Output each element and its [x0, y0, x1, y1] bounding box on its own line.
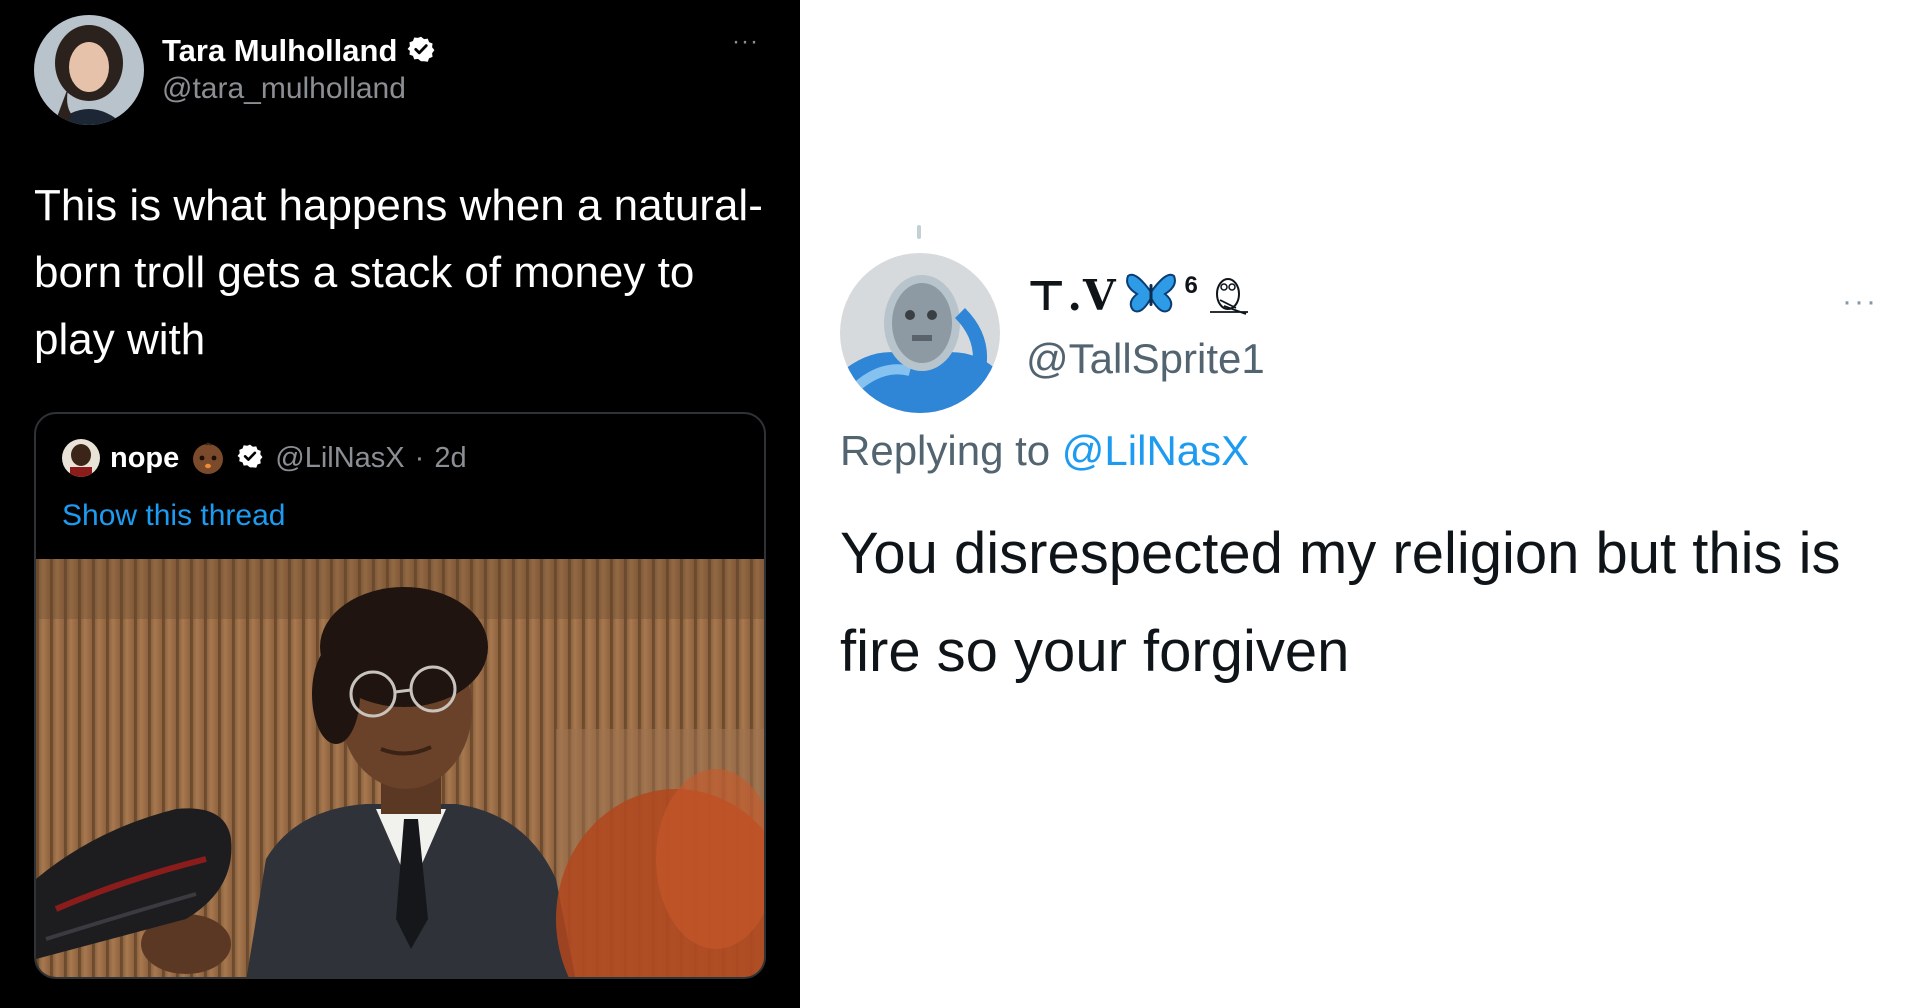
tweet-text: You disrespected my religion but this is…	[840, 521, 1841, 684]
show-thread-link[interactable]: Show this thread	[62, 499, 285, 533]
baby-emoji-icon	[189, 441, 227, 475]
replying-to-line: Replying to @LilNasX	[840, 427, 1249, 475]
avatar[interactable]	[34, 15, 144, 125]
quoted-tweet-age[interactable]: 2d	[434, 442, 466, 475]
light-tweet-panel: ⊤.V 6 @TallSprite1 ··· Replying to @LilN…	[800, 0, 1920, 1008]
more-options-icon[interactable]: ···	[1842, 285, 1878, 319]
quoted-tweet-media[interactable]	[36, 559, 764, 977]
avatar[interactable]	[840, 253, 1000, 413]
more-options-icon[interactable]: ···	[732, 28, 759, 56]
verified-badge-icon	[407, 35, 435, 68]
author-name[interactable]: ⊤.V	[1026, 271, 1117, 320]
verified-badge-icon	[237, 443, 263, 474]
author-handle[interactable]: @TallSprite1	[1026, 335, 1265, 383]
quoted-tweet-header: nope @LilNasX · 2d	[62, 439, 467, 477]
tweet-text: This is what happens when a natural-born…	[34, 181, 763, 364]
thread-connector-line	[917, 225, 921, 239]
quoted-tweet-card[interactable]: nope @LilNasX · 2d Show this thread	[34, 412, 766, 979]
author-name-row: Tara Mulholland	[162, 33, 435, 69]
butterfly-emoji-icon	[1125, 270, 1177, 321]
author-name[interactable]: Tara Mulholland	[162, 33, 397, 69]
dark-tweet-panel: Tara Mulholland @tara_mulholland ··· Thi…	[0, 0, 800, 1008]
separator-dot: ·	[414, 441, 425, 474]
quoted-author-name[interactable]: nope	[110, 442, 179, 475]
replying-to-link[interactable]: @LilNasX	[1062, 427, 1249, 474]
replying-prefix: Replying to	[840, 427, 1062, 474]
quoted-author-handle[interactable]: @LilNasX	[275, 442, 404, 475]
author-handle[interactable]: @tara_mulholland	[162, 72, 406, 106]
name-superscript: 6	[1184, 272, 1198, 299]
quoted-avatar[interactable]	[62, 439, 100, 477]
owl-icon	[1206, 270, 1252, 321]
author-name-row: ⊤.V 6	[1026, 270, 1252, 321]
